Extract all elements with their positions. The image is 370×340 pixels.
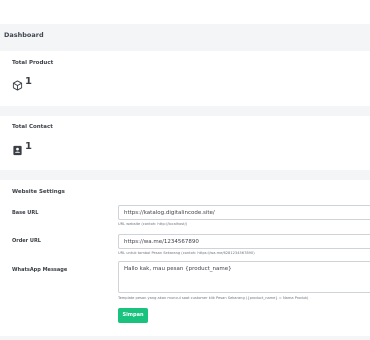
website-settings-card: Website Settings Base URL https://katalo… — [0, 180, 370, 336]
total-contact-card: Total Contact 1 — [0, 116, 370, 170]
total-product-card: Total Product 1 — [0, 51, 370, 106]
contact-card-icon — [12, 141, 23, 156]
base-url-hint: URL website (contoh: http://localhost/) — [118, 222, 188, 226]
order-url-input[interactable]: https://wa.me/1234567890 — [118, 234, 370, 249]
cube-icon — [12, 76, 23, 91]
total-contact-stat: 1 — [12, 141, 32, 156]
save-button[interactable]: Simpan — [118, 308, 148, 323]
whatsapp-message-label: WhatsApp Message — [12, 267, 68, 273]
base-url-input[interactable]: https://katalog.digitalincode.site/ — [118, 205, 370, 220]
settings-title: Website Settings — [12, 189, 65, 195]
top-bar — [0, 0, 370, 24]
whatsapp-message-hint: Template pesan yang akan muncul saat cus… — [118, 296, 309, 300]
whatsapp-message-textarea[interactable]: Hallo kak, mau pesan {product_name} — [118, 261, 370, 293]
total-contact-value: 1 — [25, 141, 32, 152]
total-product-value: 1 — [25, 76, 32, 87]
total-product-stat: 1 — [12, 76, 32, 91]
total-contact-label: Total Contact — [12, 124, 53, 130]
page-title: Dashboard — [4, 31, 44, 39]
base-url-label: Base URL — [12, 210, 39, 216]
total-product-label: Total Product — [12, 60, 54, 66]
order-url-hint: URL untuk tombol Pesan Sekarang (contoh:… — [118, 251, 255, 255]
order-url-label: Order URL — [12, 238, 41, 244]
